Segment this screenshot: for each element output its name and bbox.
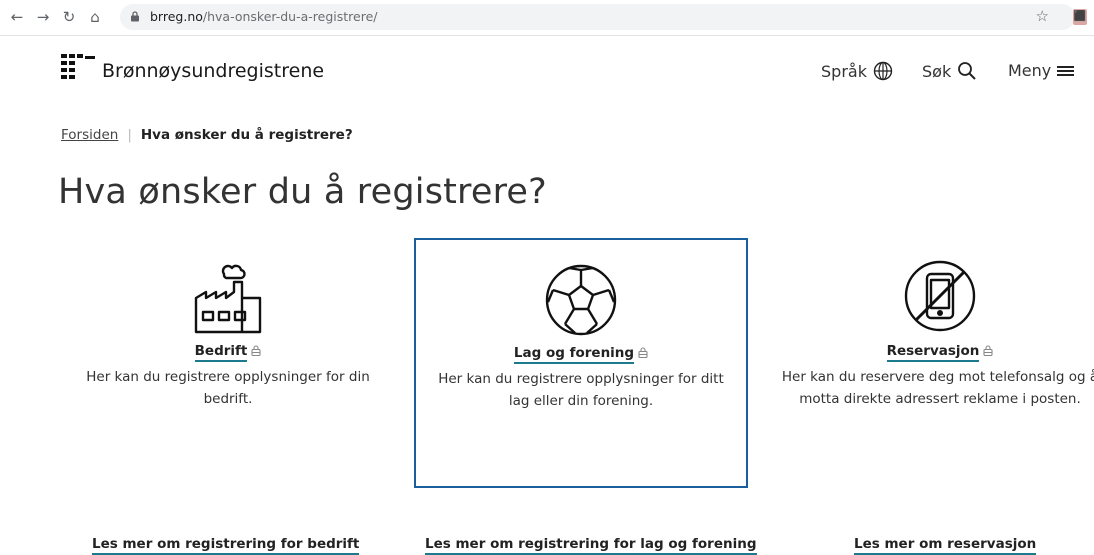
brreg-logo-icon[interactable] [61, 54, 95, 80]
browser-toolbar: ← → ↻ ⌂ brreg.no/hva-onsker-du-a-registr… [0, 0, 1094, 36]
language-button[interactable]: Språk [821, 61, 893, 81]
lock-icon [638, 347, 648, 358]
reload-icon[interactable]: ↻ [60, 8, 78, 26]
lock-icon [131, 11, 139, 22]
breadcrumb-current: Hva ønsker du å registrere? [140, 127, 353, 143]
language-label: Språk [821, 61, 867, 81]
card-lag-og-forening[interactable]: Lag og forening Her kan du registrere op… [414, 238, 748, 488]
url-text: brreg.no/hva-onsker-du-a-registrere/ [150, 9, 377, 24]
card-title[interactable]: Reservasjon [770, 343, 1094, 362]
no-phone-icon [904, 260, 976, 332]
address-bar[interactable]: brreg.no/hva-onsker-du-a-registrere/ ☆ ⬛ [120, 4, 1087, 30]
breadcrumb-separator: | [127, 127, 132, 143]
football-icon [545, 264, 617, 336]
menu-button[interactable]: Meny [1008, 61, 1075, 80]
lock-icon [983, 345, 993, 356]
url-path: /hva-onsker-du-a-registrere/ [202, 9, 378, 24]
card-bedrift[interactable]: Bedrift Her kan du registrere opplysning… [58, 238, 398, 488]
site-name[interactable]: Brønnøysundregistrene [102, 60, 324, 82]
more-link-reservasjon[interactable]: Les mer om reservasjon [854, 536, 1037, 555]
card-reservasjon[interactable]: Reservasjon Her kan du reservere deg mot… [770, 238, 1094, 488]
search-button[interactable]: Søk [922, 61, 977, 81]
card-title-text[interactable]: Bedrift [194, 343, 248, 362]
search-label: Søk [922, 61, 952, 81]
card-description: Her kan du reservere deg mot telefonsalg… [781, 369, 1094, 407]
card-title[interactable]: Lag og forening [416, 345, 746, 364]
hamburger-icon [1057, 65, 1075, 76]
home-icon[interactable]: ⌂ [86, 8, 104, 26]
back-arrow-icon[interactable]: ← [8, 8, 26, 26]
breadcrumb: Forsiden | Hva ønsker du å registrere? [61, 127, 353, 143]
menu-label: Meny [1008, 61, 1052, 80]
url-host: brreg.no [150, 9, 203, 24]
card-title-text[interactable]: Lag og forening [513, 345, 635, 364]
factory-icon [194, 264, 262, 334]
globe-icon [873, 61, 893, 81]
more-link-lag-og-forening[interactable]: Les mer om registrering for lag og foren… [425, 536, 757, 555]
page-title: Hva ønsker du å registrere? [58, 172, 547, 212]
bookmark-star-icon[interactable]: ☆ [1036, 7, 1049, 25]
lock-icon [251, 345, 261, 356]
forward-arrow-icon[interactable]: → [34, 8, 52, 26]
card-description: Her kan du registrere opplysninger for d… [438, 371, 724, 409]
more-link-bedrift[interactable]: Les mer om registrering for bedrift [92, 536, 360, 555]
card-description: Her kan du registrere opplysninger for d… [86, 369, 370, 407]
card-title[interactable]: Bedrift [58, 343, 398, 362]
extension-icon[interactable]: ⬛ [1073, 9, 1087, 25]
card-title-text[interactable]: Reservasjon [886, 343, 980, 362]
search-icon [958, 62, 976, 80]
breadcrumb-home-link[interactable]: Forsiden [61, 127, 118, 143]
